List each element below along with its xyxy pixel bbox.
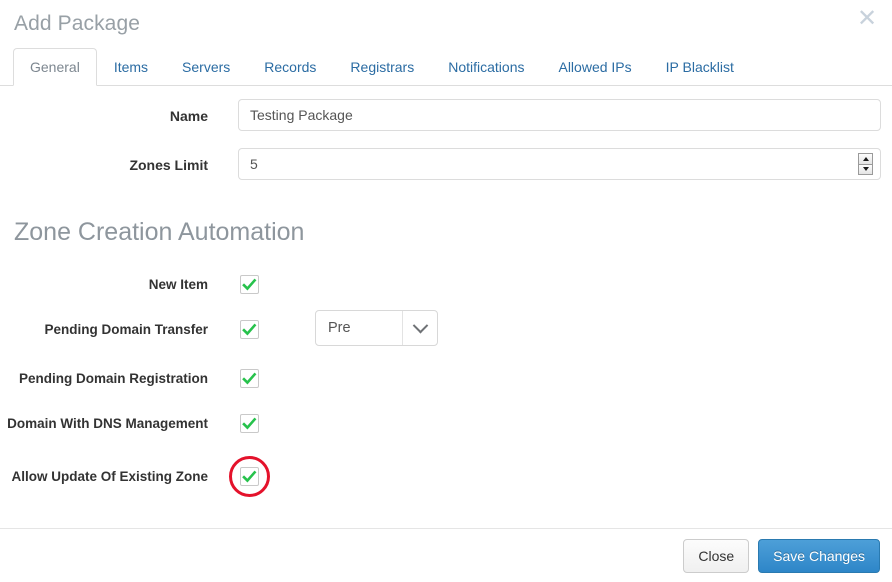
name-label: Name	[169, 108, 208, 124]
dialog-header: Add Package ✕	[0, 0, 892, 46]
zones-limit-label: Zones Limit	[129, 157, 208, 173]
zones-limit-input[interactable]	[238, 148, 881, 180]
dialog-title: Add Package	[14, 12, 141, 35]
name-field-wrap	[238, 99, 881, 131]
automation-row: New Item	[0, 275, 892, 294]
zones-limit-field-wrap	[238, 148, 881, 180]
zones-limit-stepper[interactable]	[858, 153, 873, 175]
tab-allowed-ips[interactable]: Allowed IPs	[541, 48, 648, 86]
checkbox-domain-with-dns-management[interactable]	[240, 414, 259, 433]
save-changes-button[interactable]: Save Changes	[758, 538, 880, 573]
automation-row: Domain With DNS Management	[0, 414, 892, 433]
checkbox-pending-domain-registration[interactable]	[240, 369, 259, 388]
automation-row-label: Domain With DNS Management	[7, 416, 208, 431]
tab-general[interactable]: General	[13, 48, 97, 86]
tab-records[interactable]: Records	[247, 48, 333, 86]
automation-row-label: Pending Domain Transfer	[44, 322, 208, 337]
tab-bar: General Items Servers Records Registrars Noti…	[0, 46, 892, 86]
stepper-down-icon[interactable]	[858, 163, 873, 175]
checkbox-allow-update-of-existing-zone[interactable]	[229, 456, 270, 497]
name-input[interactable]	[238, 99, 881, 131]
checkbox-pending-domain-transfer[interactable]	[240, 320, 259, 339]
tab-registrars[interactable]: Registrars	[333, 48, 431, 86]
dialog-footer: Close Save Changes	[0, 528, 892, 582]
tab-items[interactable]: Items	[97, 48, 165, 86]
checkbox-new-item[interactable]	[240, 275, 259, 294]
automation-row: Pending Domain Transfer Pre	[0, 310, 892, 346]
automation-row-label: Pending Domain Registration	[18, 371, 208, 386]
automation-rows: New Item Pending Domain Transfer Pre Pendin…	[0, 275, 892, 497]
form-row-name: Name	[0, 99, 892, 131]
close-icon[interactable]: ✕	[854, 6, 880, 32]
close-button[interactable]: Close	[683, 538, 750, 573]
dialog-body: Name Zones Limit Zone Creation Automatio…	[0, 99, 892, 581]
select-value: Pre	[328, 320, 351, 336]
stepper-up-icon[interactable]	[858, 153, 873, 164]
add-package-dialog: Add Package ✕ General Items Servers Records…	[0, 0, 892, 582]
automation-row-label: Allow Update Of Existing Zone	[11, 469, 208, 484]
section-title-zone-creation-automation: Zone Creation Automation	[14, 218, 305, 246]
automation-row: Allow Update Of Existing Zone	[0, 456, 892, 497]
automation-row: Pending Domain Registration	[0, 369, 892, 388]
tab-notifications[interactable]: Notifications	[431, 48, 541, 86]
automation-row-label: New Item	[148, 277, 208, 292]
form-row-zones-limit: Zones Limit	[0, 148, 892, 180]
tab-ip-blacklist[interactable]: IP Blacklist	[649, 48, 751, 86]
chevron-down-icon[interactable]	[402, 311, 437, 345]
pending-domain-transfer-select[interactable]: Pre	[315, 310, 438, 346]
tab-servers[interactable]: Servers	[165, 48, 247, 86]
